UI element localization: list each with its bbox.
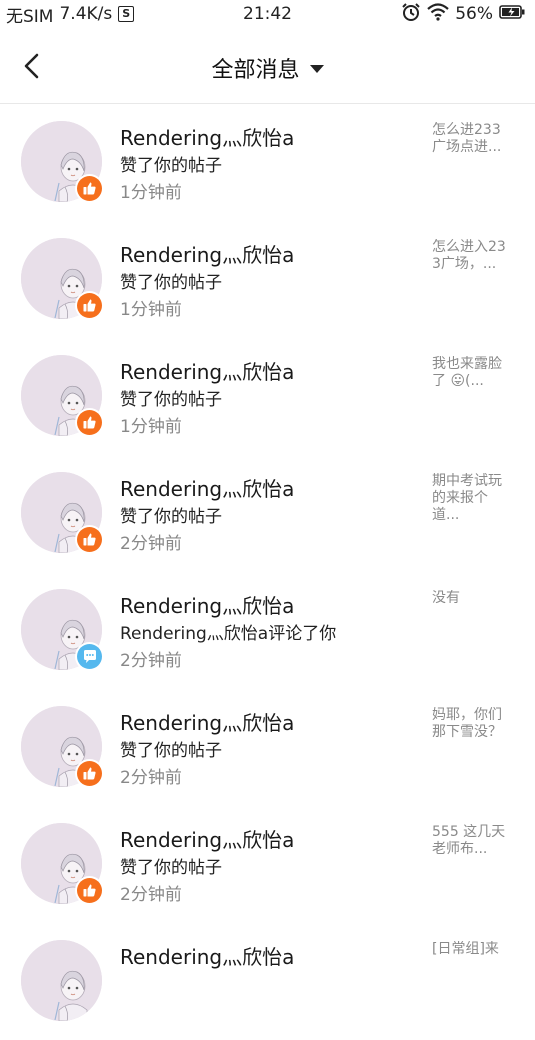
message-action: 赞了你的帖子 — [120, 741, 222, 761]
message-action: 赞了你的帖子 — [120, 273, 222, 293]
avatar[interactable] — [21, 589, 102, 670]
sender-name[interactable]: Rendering灬欣怡a — [120, 707, 294, 736]
message-item[interactable]: Rendering灬欣怡a 赞了你的帖子 2分钟前 妈耶，你们那下雪没？ — [0, 689, 535, 806]
message-action: 赞了你的帖子 — [120, 390, 222, 410]
status-right: 56% — [401, 2, 525, 27]
message-time: 2分钟前 — [120, 651, 182, 671]
message-action: Rendering灬欣怡a评论了你 — [120, 624, 337, 644]
clock: 21:42 — [243, 4, 292, 24]
carrier-label: 无SIM — [6, 6, 54, 27]
sender-name[interactable]: Rendering灬欣怡a — [120, 590, 294, 619]
message-time: 2分钟前 — [120, 534, 182, 554]
like-badge — [77, 410, 102, 435]
like-icon — [83, 884, 96, 897]
avatar-illustration-icon — [21, 940, 102, 1021]
message-item[interactable]: Rendering灬欣怡a Rendering灬欣怡a评论了你 2分钟前 没有 — [0, 572, 535, 689]
message-action: 赞了你的帖子 — [120, 156, 222, 176]
sender-name[interactable]: Rendering灬欣怡a — [120, 473, 294, 502]
like-badge — [77, 176, 102, 201]
message-time: 1分钟前 — [120, 300, 182, 320]
post-preview[interactable]: 期中考试玩的来报个道... — [432, 473, 514, 524]
sender-name[interactable]: Rendering灬欣怡a — [120, 239, 294, 268]
like-icon — [83, 533, 96, 546]
app-header: 全部消息 — [0, 28, 535, 104]
message-item[interactable]: Rendering灬欣怡a 赞了你的帖子 2分钟前 期中考试玩的来报个道... — [0, 455, 535, 572]
caret-down-icon — [309, 65, 324, 73]
message-item[interactable]: Rendering灬欣怡a 赞了你的帖子 1分钟前 我也来露脸了 😛(... — [0, 338, 535, 455]
post-preview[interactable]: 没有 — [432, 590, 514, 607]
comment-badge — [77, 644, 102, 669]
message-time: 1分钟前 — [120, 417, 182, 437]
like-icon — [83, 182, 96, 195]
avatar[interactable] — [21, 355, 102, 436]
avatar[interactable] — [21, 940, 102, 1021]
message-time: 2分钟前 — [120, 768, 182, 788]
post-preview[interactable]: 我也来露脸了 😛(... — [432, 356, 514, 390]
message-action: 赞了你的帖子 — [120, 858, 222, 878]
message-item[interactable]: Rendering灬欣怡a 赞了你的帖子 2分钟前 555 这几天老师布... — [0, 806, 535, 923]
post-preview[interactable]: 怎么进入233广场，... — [432, 239, 514, 273]
avatar[interactable] — [21, 238, 102, 319]
like-badge — [77, 527, 102, 552]
like-badge — [77, 293, 102, 318]
sim-status-icon: S — [118, 6, 135, 22]
message-item[interactable]: Rendering灬欣怡a [日常组]来 — [0, 923, 535, 1040]
battery-percent: 56% — [455, 4, 493, 24]
avatar-image — [21, 940, 102, 1021]
post-preview[interactable]: 怎么进233广场点进... — [432, 122, 514, 156]
message-filter-dropdown[interactable]: 全部消息 — [0, 52, 535, 84]
sender-name[interactable]: Rendering灬欣怡a — [120, 122, 294, 151]
status-bar: 无SIM 7.4K/s S 21:42 56% — [0, 0, 535, 28]
like-icon — [83, 416, 96, 429]
avatar[interactable] — [21, 706, 102, 787]
message-list: Rendering灬欣怡a 赞了你的帖子 1分钟前 怎么进233广场点进... … — [0, 104, 535, 1040]
message-time: 1分钟前 — [120, 183, 182, 203]
avatar[interactable] — [21, 472, 102, 553]
like-icon — [83, 767, 96, 780]
comment-icon — [83, 650, 96, 663]
message-action: 赞了你的帖子 — [120, 507, 222, 527]
page-title: 全部消息 — [211, 58, 300, 83]
avatar[interactable] — [21, 823, 102, 904]
post-preview[interactable]: 妈耶，你们那下雪没？ — [432, 707, 514, 741]
avatar[interactable] — [21, 121, 102, 202]
battery-icon — [499, 4, 525, 24]
sender-name[interactable]: Rendering灬欣怡a — [120, 356, 294, 385]
like-badge — [77, 878, 102, 903]
sender-name[interactable]: Rendering灬欣怡a — [120, 824, 294, 853]
alarm-icon — [401, 2, 421, 27]
network-speed: 7.4K/s — [59, 4, 113, 24]
like-icon — [83, 299, 96, 312]
status-left: 无SIM 7.4K/s S — [6, 2, 135, 27]
post-preview[interactable]: [日常组]来 — [432, 941, 514, 958]
like-badge — [77, 761, 102, 786]
message-item[interactable]: Rendering灬欣怡a 赞了你的帖子 1分钟前 怎么进233广场点进... — [0, 104, 535, 221]
sender-name[interactable]: Rendering灬欣怡a — [120, 941, 294, 970]
wifi-icon — [427, 2, 449, 26]
message-time: 2分钟前 — [120, 885, 182, 905]
message-item[interactable]: Rendering灬欣怡a 赞了你的帖子 1分钟前 怎么进入233广场，... — [0, 221, 535, 338]
post-preview[interactable]: 555 这几天老师布... — [432, 824, 514, 858]
